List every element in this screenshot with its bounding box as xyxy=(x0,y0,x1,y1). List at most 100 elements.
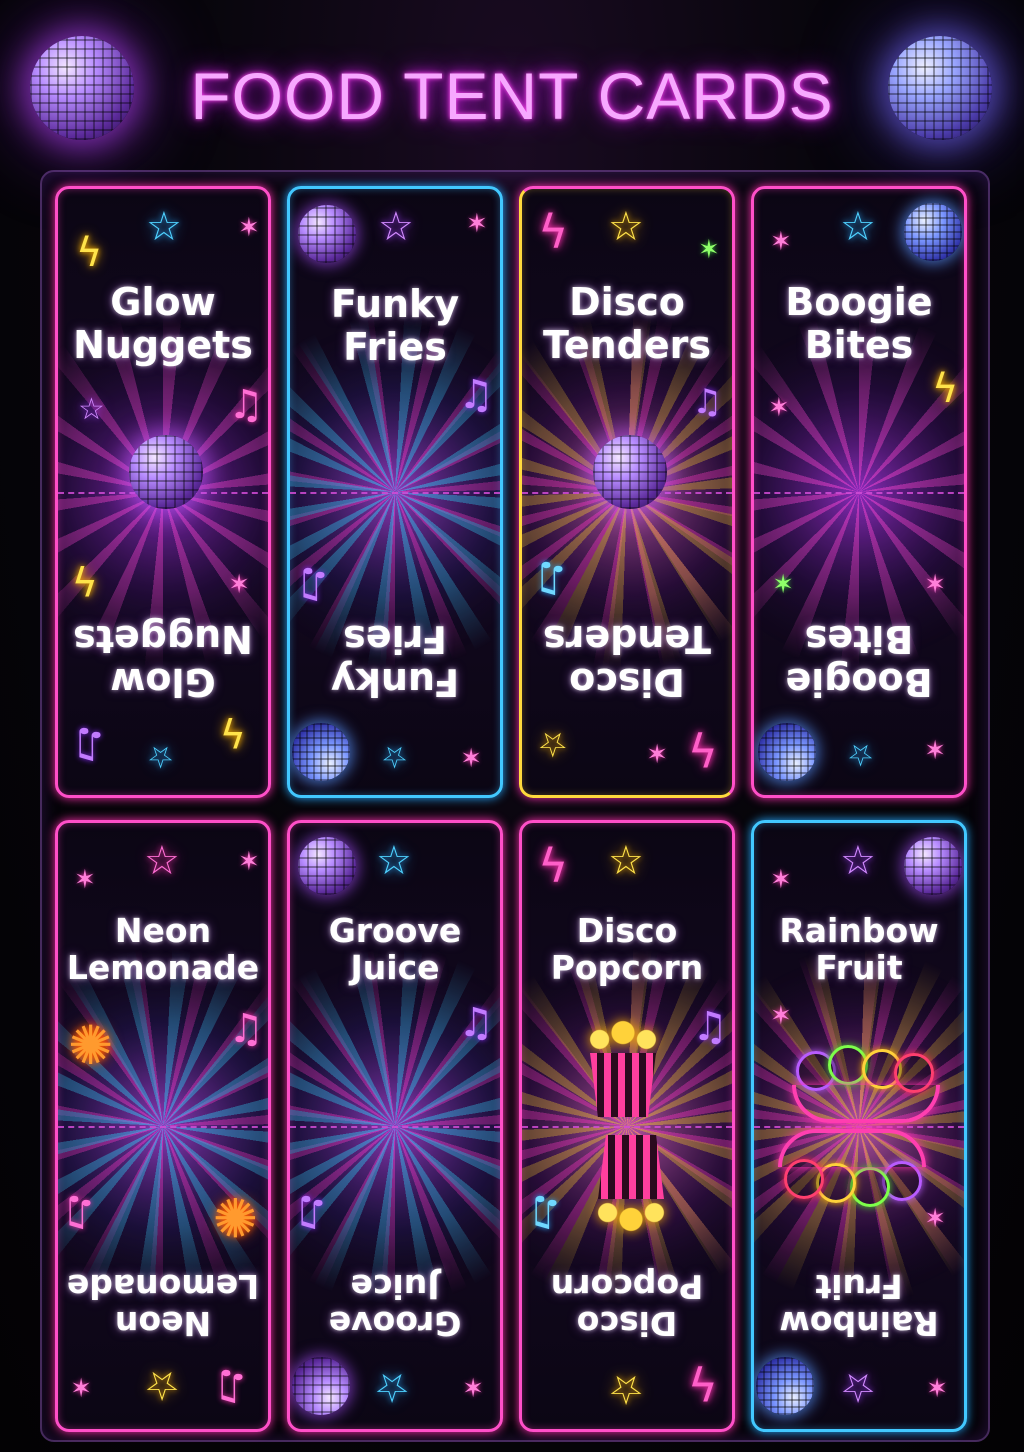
card-back: ☆ ✶ Groove Juice ♫ xyxy=(290,1126,500,1429)
star-icon: ☆ xyxy=(840,1364,876,1410)
tent-card-boogie-bites: ✶ ☆ Boogie Bites ✶ ϟ ☆ ✶ Boogie Bites ✶ ✶ xyxy=(751,186,967,798)
star-icon: ☆ xyxy=(376,838,412,884)
lightning-bolt-icon: ϟ xyxy=(538,839,569,893)
sparkle-icon: ✶ xyxy=(238,847,260,877)
food-name: Disco Popcorn xyxy=(550,911,704,987)
food-name: Rainbow Fruit xyxy=(779,911,939,987)
card-back: ☆ ✶ Funky Fries ♫ xyxy=(290,492,500,795)
lightning-bolt-icon: ϟ xyxy=(71,556,98,602)
sparkle-icon: ✶ xyxy=(646,737,668,767)
food-name: Funky Fries xyxy=(330,282,460,369)
star-icon: ☆ xyxy=(378,204,414,250)
card-front: ϟ ☆ ✶ Glow Nuggets ☆ ♫ xyxy=(58,189,268,492)
food-name: Groove Juice xyxy=(328,911,462,987)
food-name: Neon Lemonade xyxy=(66,911,260,987)
tent-card-neon-lemonade: ✶ ☆ ✶ Neon Lemonade ✺ ♫ ♫ ☆ ✶ Neon Lemonad… xyxy=(55,820,271,1432)
star-icon: ☆ xyxy=(78,392,105,427)
star-icon: ☆ xyxy=(146,204,182,250)
disco-ball-icon xyxy=(904,203,962,261)
lightning-bolt-icon: ϟ xyxy=(687,721,718,775)
disco-ball-icon xyxy=(298,837,356,895)
star-icon: ☆ xyxy=(608,1366,644,1412)
card-front: ✶ ☆ Rainbow Fruit ✶ xyxy=(754,823,964,1126)
card-back: ϟ ✶ ☆ Disco Tenders ♫ xyxy=(522,492,732,795)
lightning-bolt-icon: ϟ xyxy=(219,708,246,754)
disco-ball-icon xyxy=(292,1357,350,1415)
lightning-bolt-icon: ϟ xyxy=(932,366,959,412)
food-name: Glow Nuggets xyxy=(73,617,253,704)
music-note-icon: ♫ xyxy=(214,1364,250,1410)
sparkle-icon: ✶ xyxy=(770,1001,792,1031)
food-name: Disco Popcorn xyxy=(550,1267,704,1343)
music-note-icon: ♫ xyxy=(458,372,494,418)
sparkle-icon: ✶ xyxy=(74,865,96,895)
food-name: Disco Tenders xyxy=(542,617,712,704)
star-icon: ☆ xyxy=(608,204,644,250)
card-back: ☆ ✶ Rainbow Fruit ✶ xyxy=(754,1126,964,1429)
music-note-icon: ♫ xyxy=(228,1006,264,1052)
sparkle-icon: ✶ xyxy=(770,865,792,895)
card-back: ☆ ✶ Boogie Bites ✶ ✶ xyxy=(754,492,964,795)
food-name: Boogie Bites xyxy=(785,280,933,367)
card-front: ϟ ☆ Disco Popcorn ♫ xyxy=(522,823,732,1126)
disco-ball-icon xyxy=(292,723,350,781)
card-front: ✶ ☆ Boogie Bites ✶ ϟ xyxy=(754,189,964,492)
disco-ball-icon xyxy=(904,837,962,895)
tent-card-rainbow-fruit: ✶ ☆ Rainbow Fruit ✶ ☆ ✶ Rainbow Fruit ✶ xyxy=(751,820,967,1432)
sparkle-icon: ✶ xyxy=(238,213,260,243)
sparkle-icon: ✶ xyxy=(70,1371,92,1401)
sparkle-icon: ✶ xyxy=(466,209,488,239)
sparkle-icon: ✶ xyxy=(768,393,790,423)
sparkle-icon: ✶ xyxy=(924,567,946,597)
food-name: Groove Juice xyxy=(328,1267,462,1343)
disco-ball-icon xyxy=(298,205,356,263)
tent-card-funky-fries: ☆ ✶ Funky Fries ♫ ☆ ✶ Funky Fries ♫ xyxy=(287,186,503,798)
food-name: Disco Tenders xyxy=(542,280,712,367)
bowl-shape xyxy=(792,1085,940,1123)
card-back: ♫ ☆ ✶ Neon Lemonade ✺ ♫ xyxy=(58,1126,268,1429)
card-front: ☆ ✶ Funky Fries ♫ xyxy=(290,189,500,492)
star-icon: ☆ xyxy=(374,1364,410,1410)
card-back: ϟ ☆ Disco Popcorn ♫ xyxy=(522,1126,732,1429)
sparkle-icon: ✶ xyxy=(924,733,946,763)
tent-card-disco-popcorn: ϟ ☆ Disco Popcorn ♫ ϟ ☆ Disco Popcorn ♫ xyxy=(519,820,735,1432)
popcorn-icon xyxy=(584,1019,662,1117)
lightning-bolt-icon: ϟ xyxy=(687,1355,718,1409)
card-front: ✶ ☆ ✶ Neon Lemonade ✺ ♫ xyxy=(58,823,268,1126)
firework-icon: ✺ xyxy=(212,1185,258,1248)
card-front: ☆ Groove Juice ♫ xyxy=(290,823,500,1126)
page-title: FOOD TENT CARDS xyxy=(190,59,834,133)
music-note-icon: ♫ xyxy=(692,1004,728,1050)
disco-ball-icon xyxy=(756,1357,814,1415)
food-name: Boogie Bites xyxy=(785,617,933,704)
sparkle-icon: ✶ xyxy=(772,567,794,597)
star-icon: ☆ xyxy=(840,204,876,250)
lightning-bolt-icon: ϟ xyxy=(538,205,569,259)
music-note-icon: ♫ xyxy=(228,382,264,428)
sparkle-icon: ✶ xyxy=(926,1371,948,1401)
star-icon: ☆ xyxy=(144,1362,180,1408)
star-icon: ☆ xyxy=(144,838,180,884)
card-back: ϟ ☆ ♫ Glow Nuggets ✶ ϟ xyxy=(58,492,268,795)
star-icon: ☆ xyxy=(381,739,408,774)
card-front: ϟ ☆ ✶ Disco Tenders ♫ xyxy=(522,189,732,492)
disco-ball-icon xyxy=(758,723,816,781)
star-icon: ☆ xyxy=(147,739,174,774)
sparkle-icon: ✶ xyxy=(698,235,720,265)
sparkle-icon: ✶ xyxy=(228,567,250,597)
music-note-icon: ♫ xyxy=(72,722,108,768)
lightning-bolt-icon: ϟ xyxy=(76,230,103,276)
food-name: Rainbow Fruit xyxy=(779,1267,939,1343)
tent-card-groove-juice: ☆ Groove Juice ♫ ☆ ✶ Groove Juice ♫ xyxy=(287,820,503,1432)
food-name: Glow Nuggets xyxy=(73,280,253,367)
star-icon: ☆ xyxy=(840,838,876,884)
star-icon: ☆ xyxy=(847,737,874,772)
music-note-icon: ♫ xyxy=(534,556,570,602)
popcorn-icon xyxy=(592,1135,670,1233)
music-note-icon: ♫ xyxy=(296,562,332,608)
star-icon: ☆ xyxy=(537,724,568,764)
tent-card-glow-nuggets: ϟ ☆ ✶ Glow Nuggets ☆ ♫ ϟ ☆ ♫ Glow Nuggets … xyxy=(55,186,271,798)
sparkle-icon: ✶ xyxy=(770,227,792,257)
star-icon: ☆ xyxy=(608,838,644,884)
food-name: Neon Lemonade xyxy=(66,1267,260,1343)
